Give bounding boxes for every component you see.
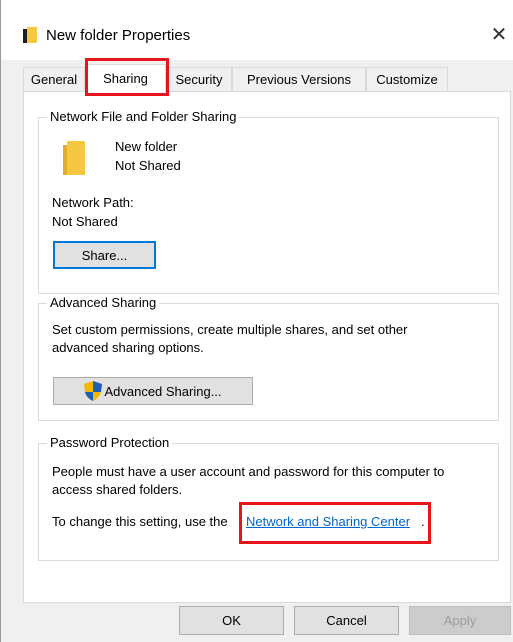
advanced-sharing-button-label: Advanced Sharing... <box>104 383 222 399</box>
group-label: Advanced Sharing <box>47 295 160 310</box>
window-title: New folder Properties <box>46 27 191 44</box>
tab-security[interactable]: Security <box>166 67 232 91</box>
tab-sharing[interactable]: Sharing <box>85 64 166 92</box>
title-bar: New folder Properties ✕ <box>1 0 513 60</box>
folder-name: New folder <box>115 139 178 154</box>
password-description-1: People must have a user account and pass… <box>52 464 445 479</box>
apply-button[interactable]: Apply <box>409 606 511 635</box>
tab-general[interactable]: General <box>23 67 85 91</box>
network-path-value: Not Shared <box>52 214 118 229</box>
tab-previous-versions[interactable]: Previous Versions <box>232 67 366 91</box>
password-protection-group: Password Protection <box>38 435 499 561</box>
tab-strip: General Sharing Security Previous Versio… <box>23 64 503 92</box>
advanced-sharing-description-2: advanced sharing options. <box>52 340 204 355</box>
change-setting-text: To change this setting, use the <box>52 514 228 529</box>
ok-button[interactable]: OK <box>179 606 284 635</box>
group-label: Network File and Folder Sharing <box>47 109 240 124</box>
share-status: Not Shared <box>115 158 181 173</box>
properties-window: New folder Properties ✕ General Sharing … <box>0 0 513 642</box>
folder-icon <box>63 141 85 175</box>
network-sharing-center-link[interactable]: Network and Sharing Center <box>246 514 410 529</box>
share-button[interactable]: Share... <box>53 241 156 269</box>
link-period: . <box>421 514 425 529</box>
tab-customize[interactable]: Customize <box>366 67 448 91</box>
cancel-button[interactable]: Cancel <box>294 606 399 635</box>
network-path-label: Network Path: <box>52 195 134 210</box>
advanced-sharing-description-1: Set custom permissions, create multiple … <box>52 322 408 337</box>
advanced-sharing-button[interactable]: Advanced Sharing... <box>53 377 253 405</box>
password-description-2: access shared folders. <box>52 482 183 497</box>
folder-icon <box>23 27 37 43</box>
group-label: Password Protection <box>47 435 173 450</box>
close-button[interactable]: ✕ <box>487 22 511 46</box>
uac-shield-icon <box>84 381 103 401</box>
